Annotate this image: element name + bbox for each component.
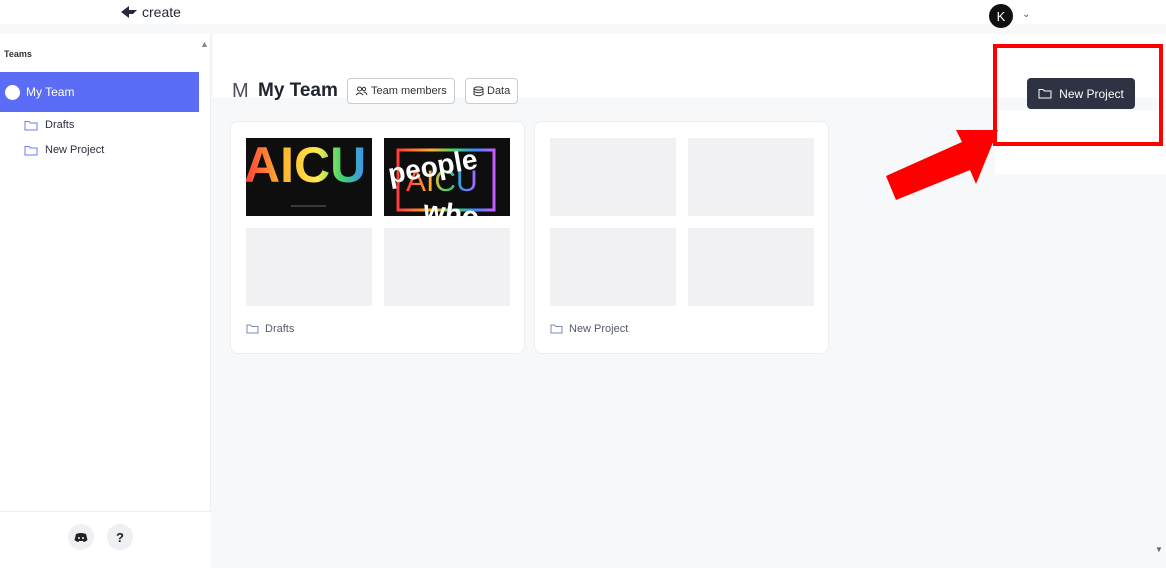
data-label: Data — [487, 85, 511, 97]
sidebar-heading: Teams — [4, 49, 32, 59]
sidebar-item-label: Drafts — [45, 119, 75, 131]
app-logo[interactable]: create — [120, 4, 181, 20]
database-icon — [473, 85, 484, 96]
sidebar: Teams ▲ My Team Drafts New Project ? — [0, 34, 211, 568]
aicu-logo-image: AICU — [246, 138, 366, 207]
sidebar-item-label: New Project — [45, 144, 105, 156]
users-icon — [355, 86, 368, 96]
sidebar-item-label: My Team — [26, 85, 75, 99]
project-card-new-project[interactable]: New Project — [534, 121, 829, 354]
sidebar-item-drafts[interactable]: Drafts — [24, 119, 74, 131]
collapse-up-icon[interactable]: ▲ — [200, 39, 209, 49]
sidebar-item-new-project[interactable]: New Project — [24, 144, 104, 156]
discord-icon — [74, 532, 88, 542]
thumbnail-placeholder — [384, 228, 510, 306]
team-members-button[interactable]: Team members — [347, 78, 455, 104]
project-name: Drafts — [265, 323, 295, 335]
project-name: New Project — [569, 323, 629, 335]
thumbnail-people-aicu-who[interactable]: AICU people who — [384, 138, 510, 216]
thumbnail-placeholder — [550, 138, 676, 216]
thumbnail-placeholder — [688, 228, 814, 306]
discord-button[interactable] — [68, 524, 94, 550]
project-card-label[interactable]: New Project — [550, 323, 628, 335]
project-card-drafts[interactable]: AICU AICU people who Drafts — [230, 121, 525, 354]
user-avatar[interactable]: K — [989, 4, 1013, 28]
thumbnail-placeholder — [550, 228, 676, 306]
project-card-label[interactable]: Drafts — [246, 323, 294, 335]
sidebar-footer: ? — [0, 511, 211, 568]
folder-icon — [24, 145, 38, 155]
page-title: My Team — [258, 80, 338, 101]
thumb1-text: AICU — [246, 138, 366, 193]
folder-icon — [246, 324, 259, 334]
team-members-label: Team members — [371, 85, 447, 97]
team-initial-icon: M — [232, 80, 249, 102]
folder-icon — [24, 120, 38, 130]
aicu-poster-image: AICU people who — [386, 143, 496, 216]
folder-icon — [550, 324, 563, 334]
thumbnail-placeholder — [688, 138, 814, 216]
help-button[interactable]: ? — [107, 524, 133, 550]
thumbnail-aicu[interactable]: AICU — [246, 138, 372, 216]
thumbnail-placeholder — [246, 228, 372, 306]
create-logo-icon — [121, 6, 137, 18]
annotation-arrow-icon — [886, 130, 998, 200]
annotation-highlight-box — [993, 44, 1163, 146]
logo-text: create — [142, 4, 181, 20]
chevron-down-icon[interactable]: ⌄ — [1022, 9, 1030, 20]
team-avatar-icon — [5, 84, 20, 100]
data-button[interactable]: Data — [465, 78, 519, 104]
sidebar-item-my-team[interactable]: My Team — [0, 72, 199, 112]
scroll-down-icon[interactable]: ▼ — [1155, 545, 1163, 554]
